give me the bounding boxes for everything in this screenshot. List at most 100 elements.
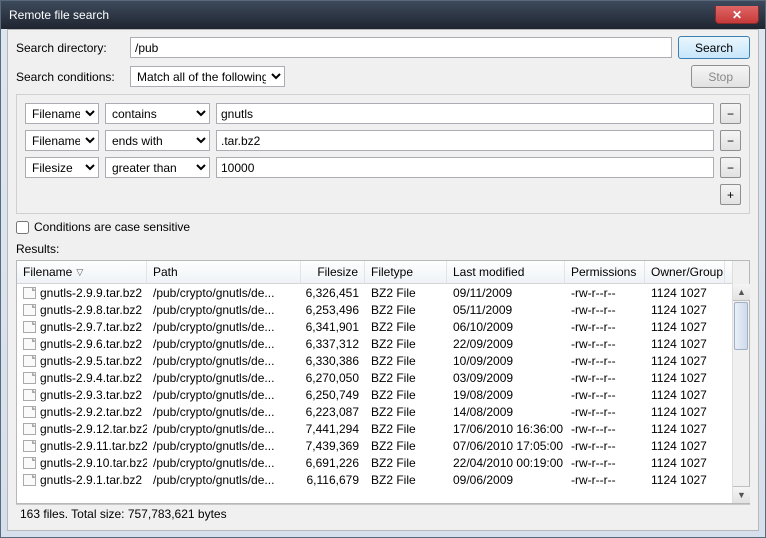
condition-operator-select[interactable]: ends with [105,130,210,151]
case-sensitive-checkbox[interactable] [16,221,29,234]
cell-filename: gnutls-2.9.5.tar.bz2 [40,354,142,368]
cell-filetype: BZ2 File [365,337,447,351]
search-conditions-label: Search conditions: [16,70,124,84]
cell-filesize: 7,439,369 [301,439,365,453]
cell-filesize: 6,223,087 [301,405,365,419]
cell-filesize: 6,337,312 [301,337,365,351]
table-row[interactable]: gnutls-2.9.8.tar.bz2/pub/crypto/gnutls/d… [17,301,732,318]
column-filename[interactable]: Filename▽ [17,261,147,283]
condition-field-select[interactable]: Filesize [25,157,99,178]
cell-permissions: -rw-r--r-- [565,320,645,334]
remove-condition-button[interactable]: − [720,157,741,178]
sort-desc-icon: ▽ [76,267,83,278]
cell-filesize: 6,270,050 [301,371,365,385]
cell-filesize: 6,326,451 [301,286,365,300]
table-row[interactable]: gnutls-2.9.5.tar.bz2/pub/crypto/gnutls/d… [17,352,732,369]
scroll-thumb[interactable] [734,302,748,350]
cell-filetype: BZ2 File [365,371,447,385]
cell-modified: 19/08/2009 [447,388,565,402]
cell-path: /pub/crypto/gnutls/de... [147,405,301,419]
cell-modified: 06/10/2009 [447,320,565,334]
table-row[interactable]: gnutls-2.9.11.tar.bz2/pub/crypto/gnutls/… [17,437,732,454]
cell-owner: 1124 1027 [645,286,725,300]
search-directory-input[interactable] [130,37,672,58]
column-modified[interactable]: Last modified [447,261,565,283]
cell-owner: 1124 1027 [645,456,725,470]
condition-value-input[interactable] [216,157,714,178]
condition-row: Filename ends with − [25,130,741,151]
remove-condition-button[interactable]: − [720,103,741,124]
column-path[interactable]: Path [147,261,301,283]
match-mode-select[interactable]: Match all of the following [130,66,285,87]
condition-operator-select[interactable]: greater than [105,157,210,178]
condition-field-select[interactable]: Filename [25,103,99,124]
file-icon [23,338,36,350]
cell-filetype: BZ2 File [365,405,447,419]
add-condition-button[interactable]: + [720,184,741,205]
cell-path: /pub/crypto/gnutls/de... [147,473,301,487]
dialog-body: Search directory: Search Search conditio… [7,29,759,531]
table-row[interactable]: gnutls-2.9.6.tar.bz2/pub/crypto/gnutls/d… [17,335,732,352]
minus-icon: − [727,134,734,148]
cell-path: /pub/crypto/gnutls/de... [147,354,301,368]
titlebar[interactable]: Remote file search ✕ [1,1,765,29]
condition-value-input[interactable] [216,130,714,151]
cell-filetype: BZ2 File [365,388,447,402]
file-icon [23,457,36,469]
column-permissions[interactable]: Permissions [565,261,645,283]
cell-filesize: 7,441,294 [301,422,365,436]
cell-filetype: BZ2 File [365,439,447,453]
condition-field-select[interactable]: Filename [25,130,99,151]
file-icon [23,440,36,452]
cell-modified: 03/09/2009 [447,371,565,385]
condition-operator-select[interactable]: contains [105,103,210,124]
column-filesize[interactable]: Filesize [301,261,365,283]
cell-filesize: 6,253,496 [301,303,365,317]
cell-permissions: -rw-r--r-- [565,371,645,385]
cell-filetype: BZ2 File [365,422,447,436]
remove-condition-button[interactable]: − [720,130,741,151]
close-button[interactable]: ✕ [715,6,759,24]
table-row[interactable]: gnutls-2.9.9.tar.bz2/pub/crypto/gnutls/d… [17,284,732,301]
column-owner[interactable]: Owner/Group [645,261,725,283]
scroll-down-button[interactable]: ▼ [733,486,750,503]
table-row[interactable]: gnutls-2.9.3.tar.bz2/pub/crypto/gnutls/d… [17,386,732,403]
window-title: Remote file search [9,8,715,22]
table-row[interactable]: gnutls-2.9.7.tar.bz2/pub/crypto/gnutls/d… [17,318,732,335]
table-row[interactable]: gnutls-2.9.10.tar.bz2/pub/crypto/gnutls/… [17,454,732,471]
minus-icon: − [727,161,734,175]
scrollbar-vertical[interactable]: ▲ ▼ [732,261,749,503]
cell-permissions: -rw-r--r-- [565,456,645,470]
cell-owner: 1124 1027 [645,439,725,453]
condition-value-input[interactable] [216,103,714,124]
cell-filename: gnutls-2.9.9.tar.bz2 [40,286,142,300]
cell-modified: 09/11/2009 [447,286,565,300]
results-grid[interactable]: Filename▽ Path Filesize Filetype Last mo… [17,261,732,503]
cell-permissions: -rw-r--r-- [565,405,645,419]
conditions-panel: Filename contains − Filename ends with − Files… [16,94,750,214]
cell-modified: 22/04/2010 00:19:00 [447,456,565,470]
cell-filetype: BZ2 File [365,286,447,300]
table-row[interactable]: gnutls-2.9.2.tar.bz2/pub/crypto/gnutls/d… [17,403,732,420]
scroll-up-button[interactable]: ▲ [733,284,750,301]
plus-icon: + [727,188,734,202]
cell-owner: 1124 1027 [645,473,725,487]
file-icon [23,474,36,486]
table-row[interactable]: gnutls-2.9.1.tar.bz2/pub/crypto/gnutls/d… [17,471,732,488]
table-row[interactable]: gnutls-2.9.12.tar.bz2/pub/crypto/gnutls/… [17,420,732,437]
search-button[interactable]: Search [678,36,750,59]
cell-modified: 14/08/2009 [447,405,565,419]
column-filetype[interactable]: Filetype [365,261,447,283]
cell-permissions: -rw-r--r-- [565,422,645,436]
cell-path: /pub/crypto/gnutls/de... [147,320,301,334]
search-directory-label: Search directory: [16,41,124,55]
cell-filename: gnutls-2.9.3.tar.bz2 [40,388,142,402]
cell-permissions: -rw-r--r-- [565,388,645,402]
cell-path: /pub/crypto/gnutls/de... [147,388,301,402]
table-row[interactable]: gnutls-2.9.4.tar.bz2/pub/crypto/gnutls/d… [17,369,732,386]
cell-filetype: BZ2 File [365,320,447,334]
cell-owner: 1124 1027 [645,337,725,351]
cell-filename: gnutls-2.9.8.tar.bz2 [40,303,142,317]
cell-filesize: 6,116,679 [301,473,365,487]
results-label: Results: [16,242,750,256]
